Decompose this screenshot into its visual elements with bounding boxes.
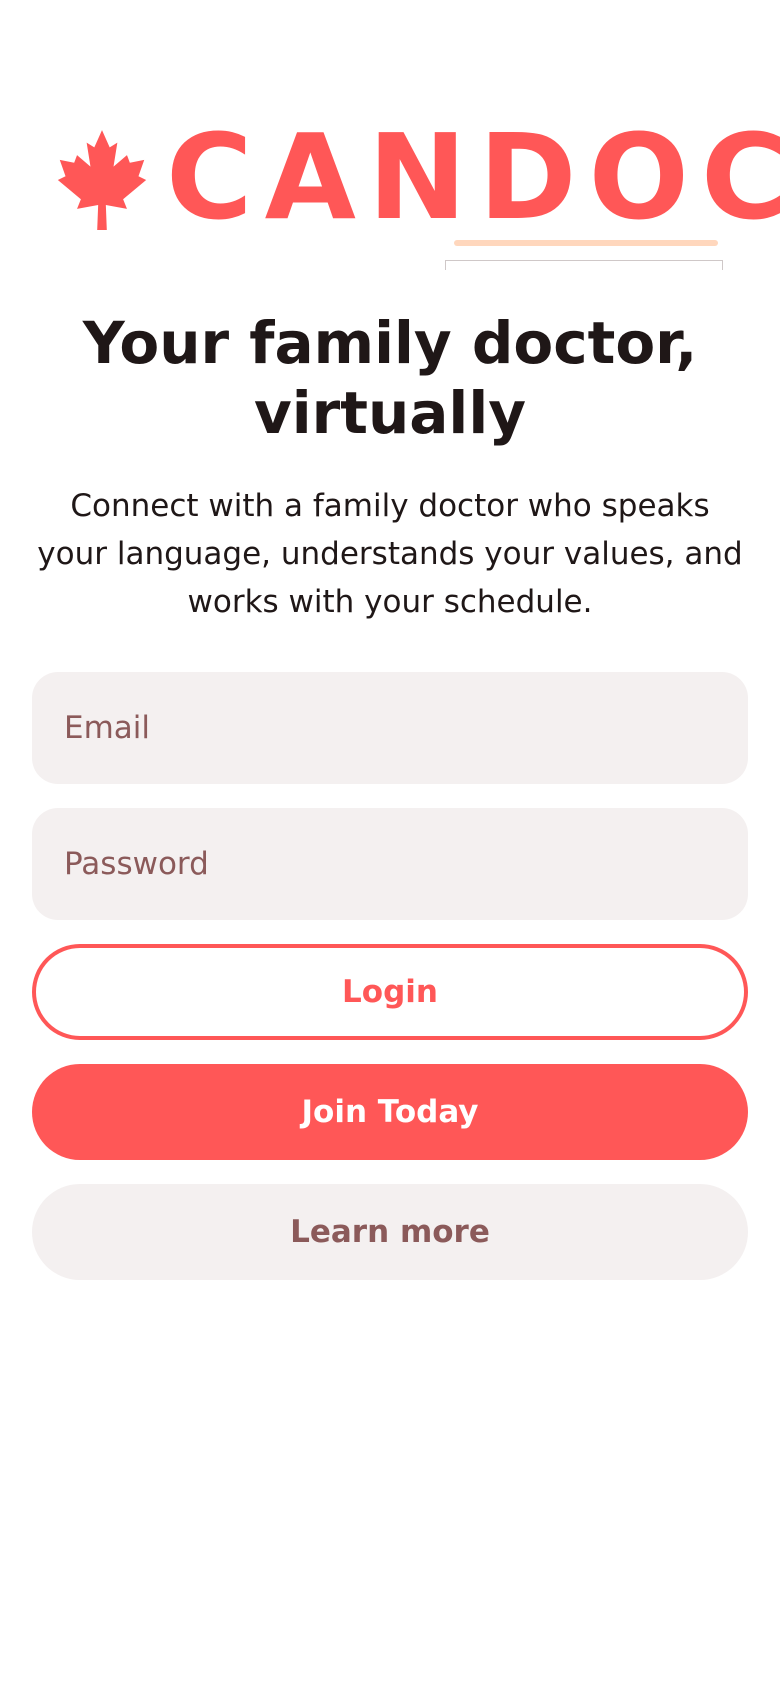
login-screen: CANDOC Your family doctor, virtually Con… — [0, 0, 780, 1688]
brand-underline — [454, 240, 718, 246]
brand-logo: CANDOC — [50, 118, 780, 278]
page-subtitle: Connect with a family doctor who speaks … — [37, 488, 743, 620]
join-today-button[interactable]: Join Today — [32, 1064, 748, 1160]
brand-wordmark: CANDOC — [166, 108, 780, 246]
divider — [445, 260, 723, 270]
page-title: Your family doctor, virtually — [82, 309, 698, 447]
email-input[interactable] — [32, 672, 748, 784]
learn-more-button[interactable]: Learn more — [32, 1184, 748, 1280]
maple-leaf-icon — [57, 130, 147, 230]
login-button[interactable]: Login — [32, 944, 748, 1040]
password-input[interactable] — [32, 808, 748, 920]
